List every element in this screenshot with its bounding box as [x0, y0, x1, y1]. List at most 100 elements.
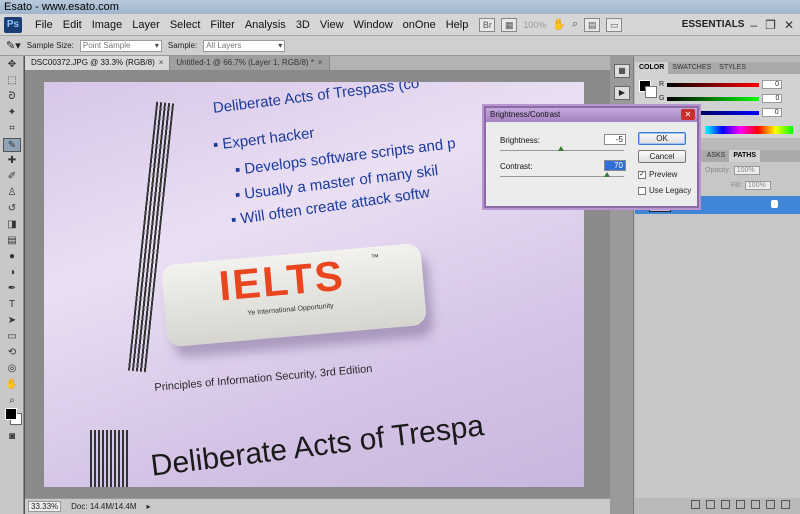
- menu-layer[interactable]: Layer: [127, 19, 165, 31]
- delete-layer-icon[interactable]: [781, 499, 790, 509]
- contrast-slider-thumb[interactable]: [604, 172, 610, 177]
- options-bar: ✎▾ Sample Size: Point Sample Sample: All…: [0, 36, 800, 56]
- sample-select[interactable]: All Layers: [203, 39, 286, 52]
- eyedropper-tool-icon[interactable]: ✎: [3, 138, 21, 152]
- doc-tab-untitled-1[interactable]: Untitled-1 @ 66.7% (Layer 1, RGB/8) * ×: [170, 56, 330, 70]
- zoom-tool-icon[interactable]: ⌕: [3, 394, 21, 408]
- brightness-slider-thumb[interactable]: [558, 146, 564, 151]
- link-layers-icon[interactable]: [691, 499, 700, 509]
- actions-panel-icon[interactable]: ▶: [614, 86, 630, 100]
- clone-stamp-tool-icon[interactable]: ♙: [3, 186, 21, 200]
- eyedropper-preset-icon[interactable]: ✎▾: [6, 39, 21, 52]
- menu-filter[interactable]: Filter: [205, 19, 239, 31]
- menu-bar: Ps File Edit Image Layer Select Filter A…: [0, 14, 800, 36]
- menu-select[interactable]: Select: [165, 19, 206, 31]
- close-icon[interactable]: ×: [159, 58, 164, 67]
- shape-tool-icon[interactable]: ▭: [3, 330, 21, 344]
- arrange-documents-icon[interactable]: ▤: [584, 17, 601, 32]
- restore-icon[interactable]: ❐: [765, 18, 776, 32]
- dodge-tool-icon[interactable]: ◑: [3, 266, 21, 280]
- eraser-object: IELTS ™ Ye International Opportunity: [160, 242, 428, 348]
- hand-tool-icon[interactable]: ✋: [552, 18, 566, 31]
- menu-analysis[interactable]: Analysis: [240, 19, 291, 31]
- contrast-label: Contrast:: [500, 162, 533, 171]
- fill-control: Fill: 100%: [731, 181, 771, 190]
- menu-file[interactable]: File: [30, 19, 58, 31]
- minimize-icon[interactable]: –: [750, 18, 757, 32]
- workspace-switcher[interactable]: ESSENTIALS: [682, 19, 745, 30]
- preview-check-box[interactable]: ✓: [638, 170, 646, 179]
- ok-button[interactable]: OK: [638, 132, 686, 145]
- new-group-icon[interactable]: [751, 499, 760, 509]
- hand-tool-icon[interactable]: ✋: [3, 378, 21, 392]
- menu-onone[interactable]: onOne: [398, 19, 441, 31]
- lasso-tool-icon[interactable]: ᘐ: [3, 90, 21, 104]
- tab-color[interactable]: COLOR: [635, 62, 669, 74]
- crop-tool-icon[interactable]: ⌗: [3, 122, 21, 136]
- bridge-icon[interactable]: Br: [479, 17, 496, 32]
- gradient-tool-icon[interactable]: ▤: [3, 234, 21, 248]
- blur-tool-icon[interactable]: ●: [3, 250, 21, 264]
- layer-style-icon[interactable]: [706, 499, 715, 509]
- marquee-tool-icon[interactable]: ⬚: [3, 74, 21, 88]
- type-tool-icon[interactable]: T: [3, 298, 21, 312]
- zoom-level-select[interactable]: 100%: [523, 20, 546, 30]
- tab-swatches[interactable]: SWATCHES: [668, 62, 715, 74]
- screen-mode-icon[interactable]: ▭: [606, 17, 623, 32]
- status-arrow-icon[interactable]: ▸: [147, 502, 151, 511]
- cancel-button[interactable]: Cancel: [638, 150, 686, 163]
- menu-edit[interactable]: Edit: [58, 19, 87, 31]
- color-slider-g[interactable]: G0: [659, 94, 783, 103]
- eraser-tool-icon[interactable]: ◨: [3, 218, 21, 232]
- menu-view[interactable]: View: [315, 19, 349, 31]
- tab-styles[interactable]: STYLES: [715, 62, 750, 74]
- brightness-input[interactable]: -5: [604, 134, 626, 145]
- foreground-color-swatch[interactable]: [5, 408, 17, 420]
- close-icon[interactable]: ×: [318, 58, 323, 67]
- quick-select-tool-icon[interactable]: ✦: [3, 106, 21, 120]
- menu-3d[interactable]: 3D: [291, 19, 315, 31]
- doc-tab-label: DSC00372.JPG @ 33.3% (RGB/8): [31, 58, 155, 67]
- tab-paths[interactable]: PATHS: [729, 150, 760, 162]
- adjustment-layer-icon[interactable]: [736, 499, 745, 509]
- color-panel-background[interactable]: [645, 86, 657, 98]
- add-mask-icon[interactable]: [721, 499, 730, 509]
- preview-checkbox[interactable]: ✓ Preview: [638, 170, 677, 179]
- doc-tab-dsc00372[interactable]: DSC00372.JPG @ 33.3% (RGB/8) ×: [25, 56, 171, 70]
- 3d-orbit-tool-icon[interactable]: ◎: [3, 362, 21, 376]
- contrast-input[interactable]: 70: [604, 160, 626, 171]
- fill-field[interactable]: 100%: [744, 181, 771, 190]
- dialog-titlebar[interactable]: Brightness/Contrast ✕: [486, 108, 697, 122]
- opacity-control: Opacity: 100%: [705, 166, 760, 175]
- close-icon[interactable]: ✕: [784, 18, 794, 32]
- new-layer-icon[interactable]: [766, 499, 775, 509]
- brush-tool-icon[interactable]: ✐: [3, 170, 21, 184]
- lock-icon: [771, 200, 778, 208]
- pen-tool-icon[interactable]: ✒: [3, 282, 21, 296]
- status-zoom-field[interactable]: 33.33%: [28, 501, 62, 512]
- color-spectrum-bar[interactable]: [705, 126, 793, 134]
- healing-tool-icon[interactable]: ✚: [3, 154, 21, 168]
- use-legacy-checkbox[interactable]: Use Legacy: [638, 186, 691, 195]
- brightness-label: Brightness:: [500, 136, 541, 145]
- menu-help[interactable]: Help: [441, 19, 474, 31]
- photoshop-logo-icon[interactable]: Ps: [4, 16, 22, 33]
- move-tool-icon[interactable]: ✥: [3, 58, 21, 72]
- menu-window[interactable]: Window: [349, 19, 398, 31]
- use-legacy-check-box[interactable]: [638, 186, 646, 195]
- color-slider-r[interactable]: R0: [659, 80, 783, 89]
- path-select-tool-icon[interactable]: ➤: [3, 314, 21, 328]
- zoom-tool-icon[interactable]: ⌕: [572, 18, 578, 31]
- tab-masks[interactable]: ASKS: [703, 150, 730, 162]
- bullet-1: ▪ Expert hacker: [212, 124, 316, 154]
- mini-bridge-icon[interactable]: ▦: [501, 17, 518, 32]
- sample-size-select[interactable]: Point Sample: [79, 39, 162, 52]
- 3d-rotate-tool-icon[interactable]: ⟲: [3, 346, 21, 360]
- slide-heading: Deliberate Acts of Trespass (co: [212, 82, 421, 117]
- opacity-field[interactable]: 100%: [733, 166, 760, 175]
- close-icon[interactable]: ✕: [681, 109, 695, 120]
- quick-mask-icon[interactable]: ◙: [3, 430, 21, 444]
- menu-image[interactable]: Image: [87, 19, 128, 31]
- history-brush-tool-icon[interactable]: ↺: [3, 202, 21, 216]
- history-panel-icon[interactable]: ▦: [614, 64, 630, 78]
